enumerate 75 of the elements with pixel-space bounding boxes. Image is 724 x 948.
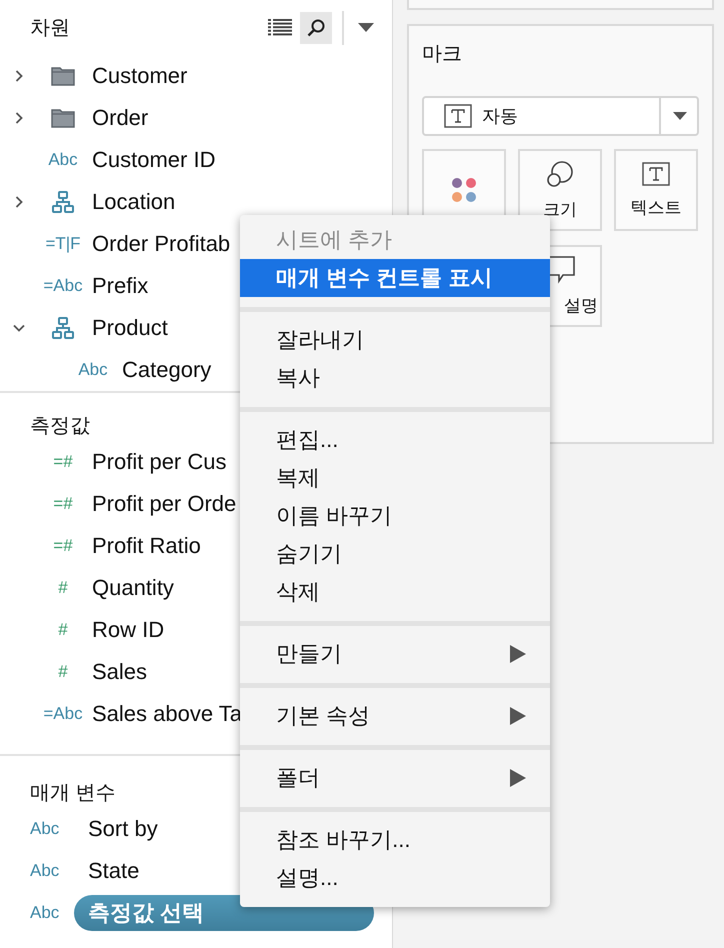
text-mark-icon	[642, 162, 670, 186]
data-type-label: #	[58, 578, 68, 598]
menu-item[interactable]: 복제	[240, 459, 550, 497]
field-name[interactable]: Row ID	[92, 617, 164, 643]
data-type-label: Abc	[78, 360, 108, 380]
data-type-label: =#	[53, 536, 73, 556]
card-label: 설명	[564, 294, 598, 316]
submenu-arrow-icon	[510, 769, 526, 787]
submenu-arrow-icon	[510, 707, 526, 725]
field-name[interactable]: Sort by	[74, 816, 158, 842]
field-name[interactable]: Customer ID	[92, 147, 216, 173]
data-type-label: #	[58, 620, 68, 640]
field-name[interactable]: Location	[92, 189, 176, 215]
menu-item-label: 만들기	[276, 640, 342, 668]
list-view-icon[interactable]	[268, 18, 292, 36]
text-mark-icon	[444, 104, 472, 128]
text-mark-card[interactable]: 텍스트	[614, 149, 698, 231]
menu-item[interactable]: 숨기기	[240, 535, 550, 573]
chevron-right-icon[interactable]	[13, 196, 25, 208]
chevron-down-icon[interactable]	[13, 322, 25, 334]
menu-item[interactable]: 만들기	[240, 635, 550, 673]
field-name[interactable]: Profit Ratio	[92, 533, 201, 559]
chevron-right-icon[interactable]	[13, 70, 25, 82]
field-name[interactable]: Category	[122, 357, 212, 383]
data-type-label: =#	[53, 452, 73, 472]
section-title: 차원	[30, 16, 70, 41]
section-title: 매개 변수	[30, 781, 116, 806]
data-type-label: Abc	[30, 861, 60, 881]
circles-icon	[546, 160, 574, 188]
menu-item[interactable]: 매개 변수 컨트롤 표시	[240, 259, 550, 297]
field-name[interactable]: Sales	[92, 659, 148, 685]
menu-item[interactable]: 기본 속성	[240, 697, 550, 735]
menu-item-label: 기본 속성	[276, 702, 370, 730]
field-name[interactable]: Order	[92, 105, 148, 131]
menu-item[interactable]: 삭제	[240, 573, 550, 611]
dropdown-caret-icon[interactable]	[358, 23, 374, 32]
chevron-right-icon[interactable]	[13, 112, 25, 124]
menu-item[interactable]: 참조 바꾸기...	[240, 821, 550, 859]
folder-icon	[51, 66, 75, 86]
menu-item[interactable]: 설명...	[240, 859, 550, 897]
menu-item[interactable]: 편집...	[240, 421, 550, 459]
color-dots-icon	[451, 177, 477, 203]
hierarchy-icon	[52, 191, 74, 213]
section-title: 측정값	[30, 414, 90, 439]
field-name[interactable]: Profit per Orde	[92, 491, 236, 517]
field-name[interactable]: Product	[92, 315, 168, 341]
card-label: 크기	[543, 198, 577, 220]
menu-item-label: 폴더	[276, 764, 320, 792]
search-icon	[306, 18, 326, 38]
data-type-label: =T|F	[45, 234, 81, 254]
folder-icon	[51, 108, 75, 128]
data-type-label: =#	[53, 494, 73, 514]
field-name[interactable]: State	[74, 858, 140, 884]
field-name[interactable]: Customer	[92, 63, 188, 89]
menu-item[interactable]: 이름 바꾸기	[240, 497, 550, 535]
data-type-label: =Abc	[43, 704, 83, 724]
submenu-arrow-icon	[510, 645, 526, 663]
data-type-label: Abc	[30, 819, 60, 839]
data-type-label: #	[58, 662, 68, 682]
data-type-label: =Abc	[43, 276, 83, 296]
card-label: 텍스트	[630, 196, 682, 218]
search-button[interactable]	[300, 12, 332, 44]
menu-item[interactable]: 폴더	[240, 759, 550, 797]
field-name[interactable]: Quantity	[92, 575, 174, 601]
hierarchy-icon	[52, 317, 74, 339]
mark-type-dropdown[interactable]: 자동	[422, 96, 699, 136]
data-type-label: Abc	[48, 150, 78, 170]
data-type-label: Abc	[30, 903, 60, 923]
dropdown-caret-icon[interactable]	[673, 112, 687, 120]
field-name[interactable]: Order Profitab	[92, 231, 230, 257]
section-title: 마크	[422, 42, 463, 67]
menu-item[interactable]: 복사	[240, 359, 550, 397]
field-name[interactable]: Profit per Cus	[92, 449, 226, 475]
field-name[interactable]: Prefix	[92, 273, 148, 299]
size-mark-card[interactable]: 크기	[518, 149, 602, 231]
